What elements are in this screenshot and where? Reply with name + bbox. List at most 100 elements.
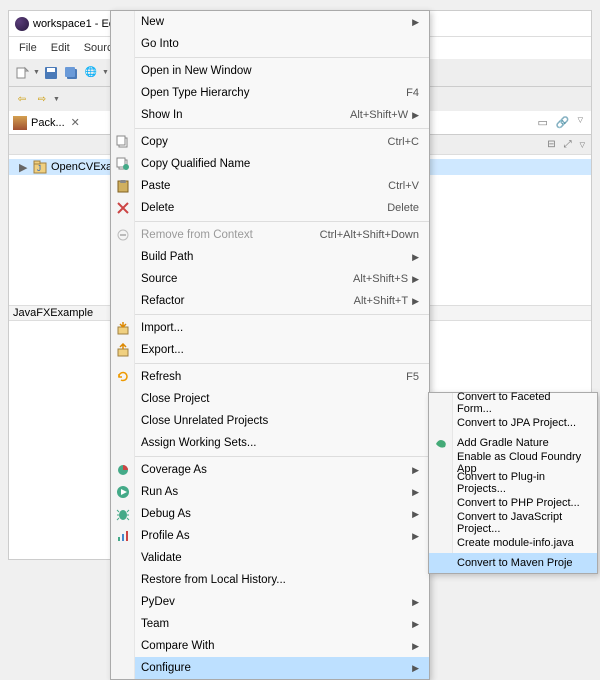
- menu-shortcut: Ctrl+C: [388, 136, 419, 148]
- close-icon[interactable]: ✕: [71, 116, 80, 129]
- menu-item-label: Run As: [141, 486, 178, 498]
- menu-item-label: Assign Working Sets...: [141, 437, 256, 449]
- menu-item-refresh[interactable]: Refresh F5: [135, 366, 429, 388]
- copy-icon: [111, 131, 135, 153]
- submenu-item-create-module-info-java[interactable]: Create module-info.java: [429, 533, 597, 553]
- menu-item-paste[interactable]: PasteCtrl+V: [135, 175, 429, 197]
- menu-item-close-unrelated-projects[interactable]: Close Unrelated Projects: [135, 410, 429, 432]
- remove-icon: [111, 224, 135, 246]
- submenu-arrow-icon: ▶: [412, 252, 419, 263]
- menu-separator: [135, 314, 429, 315]
- submenu-arrow-icon: ▶: [412, 619, 419, 630]
- package-icon: [13, 116, 27, 130]
- dropdown-arrow-icon[interactable]: ▼: [53, 96, 60, 103]
- menu-file[interactable]: File: [13, 40, 43, 56]
- menu-item-assign-working-sets[interactable]: Assign Working Sets...: [135, 432, 429, 454]
- menu-separator: [135, 128, 429, 129]
- menu-item-show-in[interactable]: Show InAlt+Shift+W▶: [135, 104, 429, 126]
- forward-icon[interactable]: ⇨: [33, 90, 51, 108]
- submenu-item-label: Convert to PHP Project...: [457, 497, 580, 509]
- menu-item-team[interactable]: Team▶: [135, 613, 429, 635]
- menu-item-new[interactable]: New ▶: [135, 11, 429, 33]
- java-project-icon: J: [33, 160, 47, 174]
- menu-icon[interactable]: ▽: [580, 141, 585, 149]
- blank-icon: [111, 591, 135, 613]
- menu-item-label: Compare With: [141, 640, 215, 652]
- context-menu-body: New ▶ Go Into Open in New WindowOpen Type H…: [135, 11, 429, 679]
- filter-icon[interactable]: ⊟: [547, 139, 555, 150]
- perspective-icon[interactable]: 🌐: [82, 64, 100, 82]
- menu-shortcut: F5: [406, 371, 419, 383]
- menu-item-open-in-new-window[interactable]: Open in New Window: [135, 60, 429, 82]
- menu-item-validate[interactable]: Validate: [135, 547, 429, 569]
- view-menu-icon[interactable]: ▽: [578, 116, 583, 129]
- submenu-arrow-icon: ▶: [412, 487, 419, 498]
- menu-item-source[interactable]: SourceAlt+Shift+S▶: [135, 268, 429, 290]
- menu-separator: [135, 363, 429, 364]
- menu-item-delete[interactable]: DeleteDelete: [135, 197, 429, 219]
- configure-submenu: Convert to Faceted Form...Convert to JPA…: [428, 392, 598, 574]
- export-icon: [111, 339, 135, 361]
- menu-item-profile-as[interactable]: Profile As ▶: [135, 525, 429, 547]
- coverage-icon: [111, 459, 135, 481]
- menu-item-copy[interactable]: Copy Ctrl+C: [135, 131, 429, 153]
- menu-item-label: Close Project: [141, 393, 209, 405]
- menu-item-compare-with[interactable]: Compare With▶: [135, 635, 429, 657]
- blank-icon: [111, 246, 135, 268]
- link-icon[interactable]: 🔗: [556, 116, 570, 129]
- blank-icon: [111, 11, 135, 33]
- collapse-icon[interactable]: ▭: [538, 116, 548, 129]
- blank-icon: [111, 33, 135, 55]
- submenu-item-convert-to-javascript-project[interactable]: Convert to JavaScript Project...: [429, 513, 597, 533]
- menu-item-configure[interactable]: Configure▶: [135, 657, 429, 679]
- dropdown-arrow-icon[interactable]: ▼: [33, 69, 40, 76]
- menu-item-open-type-hierarchy[interactable]: Open Type HierarchyF4: [135, 82, 429, 104]
- menu-item-debug-as[interactable]: Debug As▶: [135, 503, 429, 525]
- menu-item-copy-qualified-name[interactable]: Copy Qualified Name: [135, 153, 429, 175]
- save-all-toolbar-icon[interactable]: [62, 64, 80, 82]
- expand-arrow-icon[interactable]: ▶: [19, 161, 29, 174]
- menu-item-pydev[interactable]: PyDev▶: [135, 591, 429, 613]
- menu-item-export[interactable]: Export...: [135, 339, 429, 361]
- menu-item-coverage-as[interactable]: Coverage As▶: [135, 459, 429, 481]
- menu-item-build-path[interactable]: Build Path▶: [135, 246, 429, 268]
- menu-item-label: Refresh: [141, 371, 181, 383]
- submenu-arrow-icon: ▶: [412, 110, 419, 121]
- submenu-arrow-icon: ▶: [412, 509, 419, 520]
- menu-item-label: Export...: [141, 344, 184, 356]
- back-icon[interactable]: ⇦: [13, 90, 31, 108]
- dropdown-arrow-icon[interactable]: ▼: [102, 69, 109, 76]
- menu-item-label: New: [141, 16, 164, 28]
- submenu-item-add-gradle-nature[interactable]: Add Gradle Nature: [429, 433, 597, 453]
- menu-item-refactor[interactable]: RefactorAlt+Shift+T▶: [135, 290, 429, 312]
- menu-edit[interactable]: Edit: [45, 40, 76, 56]
- menu-item-label: Profile As: [141, 530, 190, 542]
- menu-item-label: Copy: [141, 136, 168, 148]
- menu-shortcut: Alt+Shift+S: [353, 273, 408, 285]
- menu-shortcut: F4: [406, 87, 419, 99]
- eclipse-icon: [15, 17, 29, 31]
- svg-text:J: J: [37, 164, 41, 173]
- submenu-arrow-icon: ▶: [412, 17, 419, 28]
- menu-item-run-as[interactable]: Run As ▶: [135, 481, 429, 503]
- gradle-icon: [434, 436, 448, 450]
- blank-icon: [111, 60, 135, 82]
- link-with-editor-icon[interactable]: ⤢: [564, 139, 572, 150]
- submenu-item-convert-to-php-project[interactable]: Convert to PHP Project...: [429, 493, 597, 513]
- submenu-arrow-icon: ▶: [412, 465, 419, 476]
- run-icon: [111, 481, 135, 503]
- submenu-item-enable-as-cloud-foundry-app[interactable]: Enable as Cloud Foundry App: [429, 453, 597, 473]
- menu-item-label: Configure: [141, 662, 191, 674]
- submenu-arrow-icon: ▶: [412, 531, 419, 542]
- menu-item-import[interactable]: Import...: [135, 317, 429, 339]
- submenu-item-convert-to-plug-in-projects[interactable]: Convert to Plug-in Projects...: [429, 473, 597, 493]
- menu-item-label: Copy Qualified Name: [141, 158, 250, 170]
- menu-item-go-into[interactable]: Go Into: [135, 33, 429, 55]
- submenu-item-convert-to-maven-proje[interactable]: Convert to Maven Proje: [429, 553, 597, 573]
- submenu-item-convert-to-faceted-form[interactable]: Convert to Faceted Form...: [429, 393, 597, 413]
- menu-item-restore-from-local-history[interactable]: Restore from Local History...: [135, 569, 429, 591]
- menu-item-close-project[interactable]: Close Project: [135, 388, 429, 410]
- submenu-item-convert-to-jpa-project[interactable]: Convert to JPA Project...: [429, 413, 597, 433]
- new-toolbar-icon[interactable]: [13, 64, 31, 82]
- save-toolbar-icon[interactable]: [42, 64, 60, 82]
